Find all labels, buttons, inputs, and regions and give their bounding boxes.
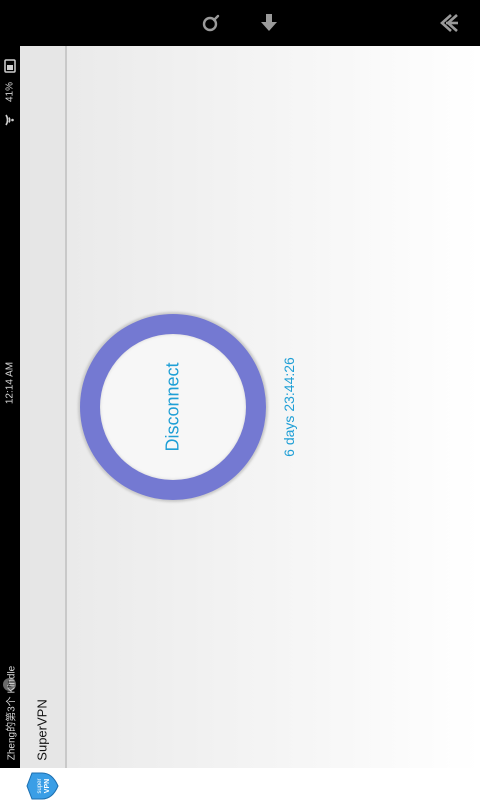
supervpn-logo-icon[interactable]: super VPN (24, 768, 60, 804)
disconnect-button-inner: Disconnect (100, 334, 246, 480)
app-action-bar: SuperVPN super VPN (20, 46, 67, 800)
notification-text[interactable]: Zheng的第3个 Kindle (3, 666, 18, 761)
app-title: SuperVPN (34, 699, 50, 761)
download-button[interactable] (254, 8, 284, 38)
status-bar: 41% 12:14 AM 1 Zheng的第3个 Kindle (0, 46, 20, 768)
battery-percentage: 41% (4, 81, 16, 103)
search-icon (202, 14, 220, 32)
connection-elapsed-time: 6 days 23:44:26 (281, 357, 297, 457)
logo-text-top: super (37, 778, 43, 793)
disconnect-label: Disconnect (162, 362, 183, 452)
logo-text-bottom: VPN (44, 779, 51, 793)
download-icon (261, 14, 277, 31)
system-nav-bar (0, 0, 480, 46)
wifi-icon (5, 114, 14, 126)
clock: 12:14 AM (4, 361, 16, 405)
disconnect-button[interactable]: Disconnect (80, 314, 266, 500)
back-icon (440, 14, 458, 32)
search-button[interactable] (195, 8, 225, 38)
back-button[interactable] (434, 8, 464, 38)
battery-icon (4, 59, 16, 73)
